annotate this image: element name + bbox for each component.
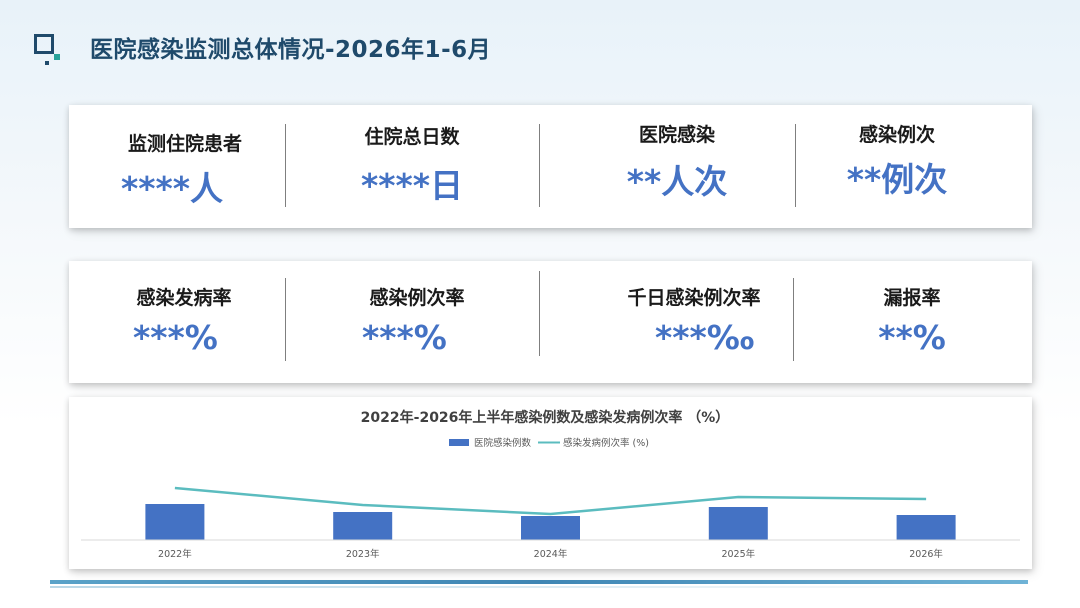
- page-title: 医院感染监测总体情况-2026年1-6月: [90, 37, 492, 63]
- legend-label-bar: 医院感染例数: [474, 437, 532, 449]
- stat-value: ***‰: [655, 318, 755, 357]
- chart-svg: 2022年-2026年上半年感染例数及感染发病例次率 （%） 医院感染例数 感染…: [81, 409, 1020, 560]
- stat-value: ****日: [360, 166, 464, 205]
- footer-accent-line: [50, 580, 1028, 584]
- stat-label: 千日感染例次率: [627, 287, 761, 309]
- bar-2025年: [708, 507, 768, 540]
- stat-label: 医院感染: [638, 124, 715, 146]
- divider: [539, 124, 540, 207]
- stat-underreport-rate: 漏报率 **%: [837, 283, 987, 357]
- chart-plot-area: [145, 486, 956, 540]
- x-tick-label: 2023年: [346, 548, 380, 560]
- stat-infection-incidence: 感染发病率 ***%: [109, 283, 259, 357]
- bar-2026年: [896, 515, 956, 540]
- divider: [539, 271, 540, 356]
- legend-swatch-bar: [449, 439, 469, 446]
- stat-monitored-patients: 监测住院患者 ****人: [109, 129, 261, 210]
- stat-value: ****人: [121, 169, 224, 208]
- stat-value: **%: [878, 318, 946, 357]
- stat-infection-cases: 感染例次 **例次: [822, 120, 972, 201]
- divider: [795, 124, 796, 207]
- stat-per-thousand-day-rate: 千日感染例次率 ***‰: [609, 283, 779, 357]
- divider: [285, 278, 286, 361]
- chart-legend: 医院感染例数 感染发病例次率 (%): [449, 437, 649, 449]
- x-tick-label: 2022年: [158, 548, 192, 560]
- stat-case-rate: 感染例次率 ***%: [342, 283, 492, 357]
- legend-label-line: 感染发病例次率 (%): [563, 437, 649, 449]
- bar-2024年: [521, 516, 580, 540]
- stats-card-top: 监测住院患者 ****人 住院总日数 ****日 医院感染 **人次 感染例次 …: [69, 105, 1032, 228]
- stat-value: **人次: [626, 162, 728, 201]
- bar-2022年: [145, 504, 205, 540]
- stat-label: 感染例次: [858, 124, 935, 146]
- stat-total-inpatient-days: 住院总日数 ****日: [337, 122, 487, 207]
- x-tick-label: 2024年: [534, 548, 568, 560]
- divider: [285, 124, 286, 207]
- stat-value: ***%: [362, 318, 447, 357]
- stats-card-middle: 感染发病率 ***% 感染例次率 ***% 千日感染例次率 ***‰ 漏报率 *…: [69, 261, 1032, 383]
- stat-label: 住院总日数: [364, 126, 460, 148]
- stat-value: **例次: [846, 160, 948, 199]
- stat-label: 漏报率: [883, 287, 941, 309]
- bar-2023年: [333, 512, 393, 540]
- chart-card: 2022年-2026年上半年感染例数及感染发病例次率 （%） 医院感染例数 感染…: [69, 397, 1032, 569]
- stat-value: ***%: [133, 318, 218, 357]
- stat-label: 监测住院患者: [127, 133, 242, 155]
- footer-accent-shadow: [50, 586, 1028, 588]
- stat-label: 感染例次率: [369, 287, 465, 309]
- x-tick-label: 2026年: [909, 548, 943, 560]
- chart-title: 2022年-2026年上半年感染例数及感染发病例次率 （%）: [361, 409, 730, 426]
- x-axis-ticks: 2022年 2023年 2024年 2025年 2026年: [158, 548, 943, 560]
- stat-hospital-infection: 医院感染 **人次: [602, 120, 752, 203]
- title-bullet-icon: [34, 34, 60, 65]
- divider: [793, 278, 794, 361]
- stat-label: 感染发病率: [136, 287, 232, 309]
- x-tick-label: 2025年: [721, 548, 755, 560]
- rate-line-series: [174, 486, 927, 516]
